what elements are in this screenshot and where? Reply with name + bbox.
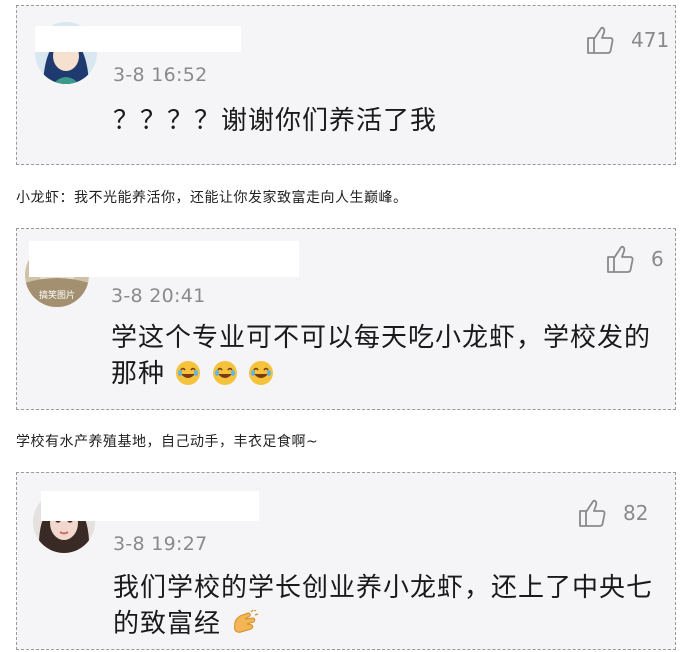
comment-card: 3-8 16:52 ？？？？谢谢你们养活了我 471 — [16, 5, 676, 165]
avatar-text: 搞笑图片 — [39, 289, 75, 301]
comment-time: 3-8 20:41 — [111, 285, 206, 307]
comment-text-line2: 的致富经 — [113, 603, 259, 645]
like-count: 471 — [631, 28, 670, 52]
laughing-tears-emoji-icon — [174, 359, 274, 389]
username-redacted — [41, 491, 259, 521]
thumbs-up-icon — [587, 26, 614, 54]
comment-text-line2-label: 的致富经 — [113, 609, 222, 639]
username-redacted — [29, 241, 299, 277]
comment-time: 3-8 19:27 — [113, 533, 208, 555]
like-count: 6 — [651, 247, 664, 271]
comment-text-line2-label: 那种 — [111, 359, 166, 389]
comment-card: 搞笑图片 3-8 20:41 学这个专业可不可以每天吃小龙虾，学校发的 那种 6 — [16, 228, 676, 410]
like-count: 82 — [623, 501, 649, 525]
thumbs-up-icon — [579, 499, 606, 527]
thumbs-up-icon — [607, 245, 634, 273]
comment-time: 3-8 16:52 — [113, 64, 208, 86]
comment-text: ？？？？谢谢你们养活了我 — [113, 106, 438, 136]
editor-caption: 小龙虾：我不光能养活你，还能让你发家致富走向人生巅峰。 — [16, 190, 408, 206]
like-button[interactable]: 6 — [605, 243, 664, 275]
editor-caption: 学校有水产养殖基地，自己动手，丰衣足食啊~ — [16, 434, 319, 450]
clapping-hands-emoji-icon — [230, 609, 259, 639]
username-redacted — [35, 26, 241, 52]
comment-text-line2: 那种 — [111, 353, 274, 395]
like-button[interactable]: 471 — [585, 24, 669, 56]
comment-card: 3-8 19:27 我们学校的学长创业养小龙虾，还上了中央七 的致富经 82 — [16, 472, 676, 650]
like-button[interactable]: 82 — [577, 497, 648, 529]
